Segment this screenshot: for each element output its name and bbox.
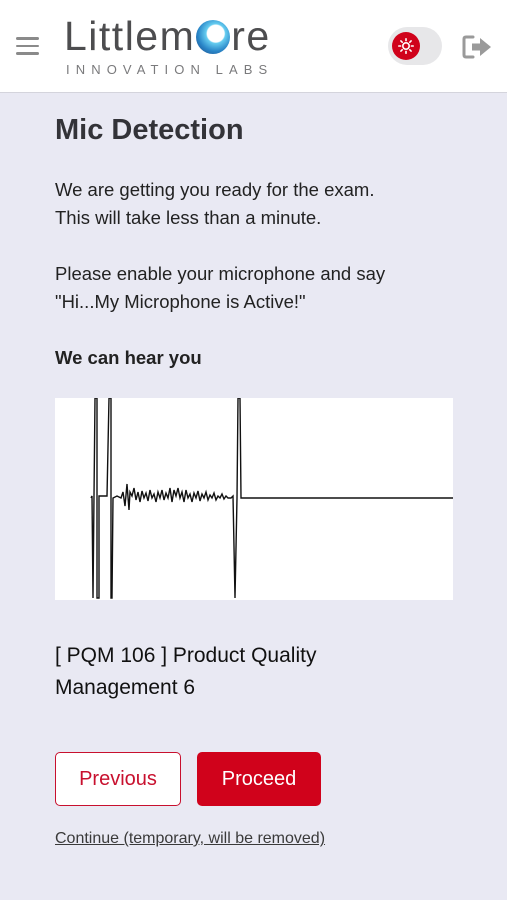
app-header: Littlem re INNOVATION LABS	[0, 0, 507, 93]
exam-title: [ PQM 106 ] Product Quality Management 6	[55, 640, 475, 704]
proctor-toggle[interactable]	[388, 27, 442, 65]
logo-wordmark: Littlem re	[64, 13, 271, 59]
previous-button[interactable]: Previous	[55, 752, 181, 806]
mic-status: We can hear you	[55, 347, 202, 368]
intro-line: We are getting you ready for the exam.	[55, 179, 375, 200]
audio-waveform	[55, 397, 453, 600]
exam-title-line: [ PQM 106 ] Product Quality	[55, 644, 317, 667]
page-title: Mic Detection	[55, 114, 244, 146]
logout-icon[interactable]	[462, 34, 494, 60]
settings-icon	[392, 32, 420, 60]
instruction-line: Please enable your microphone and say	[55, 263, 386, 284]
intro-text: We are getting you ready for the exam. T…	[55, 176, 475, 232]
instruction-text: Please enable your microphone and say "H…	[55, 260, 475, 316]
proceed-button[interactable]: Proceed	[197, 752, 321, 806]
continue-link[interactable]: Continue (temporary, will be removed)	[55, 828, 325, 850]
logo-orb-icon	[196, 20, 231, 54]
logo-tagline: INNOVATION LABS	[66, 62, 274, 77]
intro-line: This will take less than a minute.	[55, 207, 322, 228]
hamburger-icon[interactable]	[16, 37, 40, 55]
instruction-line: "Hi...My Microphone is Active!"	[55, 291, 306, 312]
waveform-graph	[90, 397, 453, 599]
brand-logo: Littlem re INNOVATION LABS	[64, 13, 314, 80]
exam-title-line: Management 6	[55, 676, 196, 699]
